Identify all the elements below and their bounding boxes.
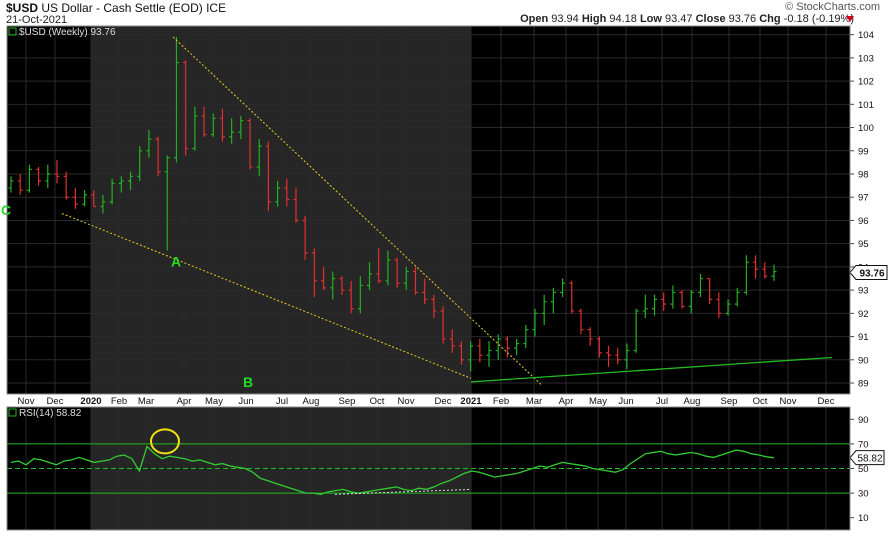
price-tick-label: 101 — [858, 100, 874, 111]
price-tick-label: 97 — [858, 193, 869, 204]
x-tick-label: Sep — [721, 396, 738, 407]
x-tick-label: Mar — [138, 396, 154, 407]
x-tick-label: Apr — [559, 396, 574, 407]
price-tick-label: 98 — [858, 170, 869, 181]
rsi-last-value-label: 58.82 — [857, 454, 882, 465]
x-tick-label: Oct — [753, 396, 768, 407]
wave-label-a: A — [171, 253, 181, 269]
x-tick-label: Oct — [370, 396, 385, 407]
x-tick-label: Dec — [47, 396, 64, 407]
price-tick-label: 102 — [858, 77, 874, 88]
x-tick-label: Dec — [435, 396, 452, 407]
x-tick-label: Feb — [111, 396, 127, 407]
x-tick-label: 2020 — [80, 396, 101, 407]
price-tick-label: 89 — [858, 379, 869, 390]
chart-canvas: 8990919293949596979899100101102103104Nov… — [1, 25, 888, 531]
price-tick-label: 104 — [858, 30, 874, 41]
x-tick-label: Jul — [276, 396, 288, 407]
x-tick-label: Aug — [684, 396, 701, 407]
x-tick-label: 2021 — [460, 396, 482, 407]
price-tick-label: 93 — [858, 286, 869, 297]
x-tick-label: Feb — [493, 396, 509, 407]
wave-label-b: B — [243, 374, 253, 390]
x-tick-label: Mar — [526, 396, 542, 407]
x-tick-label: May — [589, 396, 607, 407]
last-price-label: 93.76 — [859, 268, 884, 279]
x-tick-label: Nov — [18, 396, 35, 407]
rsi-tick-label: 30 — [858, 489, 869, 500]
price-tick-label: 92 — [858, 309, 869, 320]
x-tick-label: Aug — [303, 396, 320, 407]
rsi-tick-label: 10 — [858, 513, 869, 524]
rsi-tick-label: 50 — [858, 464, 869, 475]
x-tick-label: Jun — [238, 396, 253, 407]
price-legend-label: $USD (Weekly) 93.76 — [19, 27, 116, 38]
price-tick-label: 100 — [858, 123, 874, 134]
price-tick-label: 91 — [858, 332, 869, 343]
rsi-legend-label: RSI(14) 58.82 — [19, 408, 82, 419]
price-tick-label: 96 — [858, 216, 869, 227]
x-tick-label: May — [205, 396, 223, 407]
x-tick-label: Jul — [656, 396, 668, 407]
rsi-tick-label: 90 — [858, 415, 869, 426]
x-tick-label: Nov — [780, 396, 797, 407]
x-tick-label: Dec — [818, 396, 835, 407]
x-tick-label: Apr — [177, 396, 192, 407]
rsi-tick-label: 70 — [858, 439, 869, 450]
x-tick-label: Jun — [618, 396, 633, 407]
x-tick-label: Sep — [339, 396, 356, 407]
x-tick-label: Nov — [398, 396, 415, 407]
wave-label-c: C — [1, 202, 11, 218]
price-tick-label: 95 — [858, 239, 869, 250]
price-tick-label: 103 — [858, 53, 874, 64]
price-tick-label: 90 — [858, 355, 869, 366]
price-tick-label: 99 — [858, 146, 869, 157]
